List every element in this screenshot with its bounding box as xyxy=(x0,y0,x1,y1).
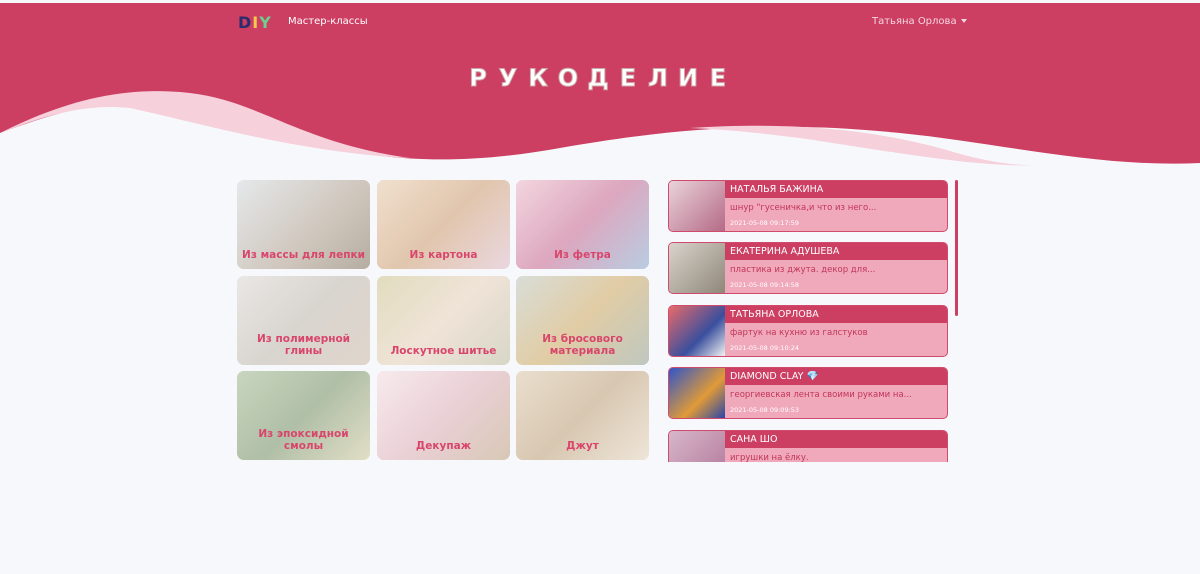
post-thumbnail xyxy=(669,306,725,356)
category-label: Из фетра xyxy=(554,249,611,261)
page: DIY Мастер-классы Татьяна Орлова Р У К О… xyxy=(0,0,1200,574)
category-tile[interactable]: Из полимерной глины xyxy=(237,276,370,365)
post-card[interactable]: ЕКАТЕРИНА АДУШЕВА пластика из джута. дек… xyxy=(668,242,948,294)
logo-letter: Y xyxy=(259,13,272,32)
category-tile[interactable]: Декупаж xyxy=(377,371,510,460)
hero-title-letter: Л xyxy=(648,64,669,93)
post-author: DIAMOND CLAY 💎 xyxy=(725,368,947,385)
post-timestamp: 2021-05-08 09:10:24 xyxy=(730,344,800,352)
category-tile[interactable]: Из массы для лепки xyxy=(237,180,370,269)
caret-down-icon xyxy=(960,19,967,23)
hero-title-letter: Р xyxy=(469,64,488,93)
category-label: Из бросового материала xyxy=(542,333,623,357)
category-label: Лоскутное шитье xyxy=(390,345,497,357)
post-card[interactable]: DIAMOND CLAY 💎 георгиевская лента своими… xyxy=(668,367,948,419)
post-author: НАТАЛЬЯ БАЖИНА xyxy=(725,181,947,198)
post-title: пластика из джута. декор для... xyxy=(730,265,876,275)
category-grid: Из массы для лепки Из картона Из фетра И… xyxy=(237,180,651,462)
hero-title-letter: Е xyxy=(709,64,727,93)
hero-title-letter: О xyxy=(557,64,579,93)
post-timestamp: 2021-05-08 09:14:58 xyxy=(730,281,800,289)
post-title: фартук на кухню из галстуков xyxy=(730,328,868,338)
recent-posts-feed[interactable]: НАТАЛЬЯ БАЖИНА шнур "гусеничка,и что из … xyxy=(668,180,958,462)
post-card[interactable]: ТАТЬЯНА ОРЛОВА фартук на кухню из галсту… xyxy=(668,305,948,357)
category-tile[interactable]: Из бросового материала xyxy=(516,276,649,365)
post-title: георгиевская лента своими руками на... xyxy=(730,390,912,400)
post-title: шнур "гусеничка,и что из него... xyxy=(730,203,877,213)
hero-title: Р У К О Д Е Л И Е xyxy=(466,64,736,94)
user-menu[interactable]: Татьяна Орлова xyxy=(872,16,967,27)
post-thumbnail xyxy=(669,243,725,293)
post-title: игрушки на ёлку. xyxy=(730,453,809,462)
category-label: Из эпоксидной смолы xyxy=(258,428,349,452)
category-label: Из массы для лепки xyxy=(242,249,365,261)
user-name: Татьяна Орлова xyxy=(872,16,957,27)
feed-scrollbar[interactable] xyxy=(955,180,958,316)
category-label: Из полимерной глины xyxy=(256,333,351,357)
post-timestamp: 2021-05-08 09:09:53 xyxy=(730,406,800,414)
hero-title-letter: У xyxy=(498,64,518,93)
category-label: Из картона xyxy=(409,249,478,261)
category-label: Декупаж xyxy=(415,440,472,452)
category-tile[interactable]: Лоскутное шитье xyxy=(377,276,510,365)
post-timestamp: 2021-05-08 09:17:59 xyxy=(730,219,800,227)
hero-title-letter: И xyxy=(677,64,699,93)
post-author: САНА ШО xyxy=(725,431,947,448)
post-card[interactable]: САНА ШО игрушки на ёлку. xyxy=(668,430,948,462)
hero-title-letter: Д xyxy=(587,64,609,93)
category-label: Джут xyxy=(566,440,599,452)
logo-letter: D xyxy=(238,13,253,32)
category-tile[interactable]: Из эпоксидной смолы xyxy=(237,371,370,460)
site-logo[interactable]: DIY xyxy=(238,13,272,32)
hero-title-letter: Е xyxy=(619,64,637,93)
category-tile[interactable]: Из фетра xyxy=(516,180,649,269)
post-thumbnail xyxy=(669,431,725,462)
post-thumbnail xyxy=(669,368,725,418)
post-thumbnail xyxy=(669,181,725,231)
category-tile[interactable]: Джут xyxy=(516,371,649,460)
post-author: ЕКАТЕРИНА АДУШЕВА xyxy=(725,243,947,260)
post-card[interactable]: НАТАЛЬЯ БАЖИНА шнур "гусеничка,и что из … xyxy=(668,180,948,232)
post-author: ТАТЬЯНА ОРЛОВА xyxy=(725,306,947,323)
nav-link-master-classes[interactable]: Мастер-классы xyxy=(288,16,368,27)
navbar: DIY Мастер-классы Татьяна Орлова xyxy=(0,3,1200,39)
category-tile[interactable]: Из картона xyxy=(377,180,510,269)
hero-title-letter: К xyxy=(528,64,549,93)
